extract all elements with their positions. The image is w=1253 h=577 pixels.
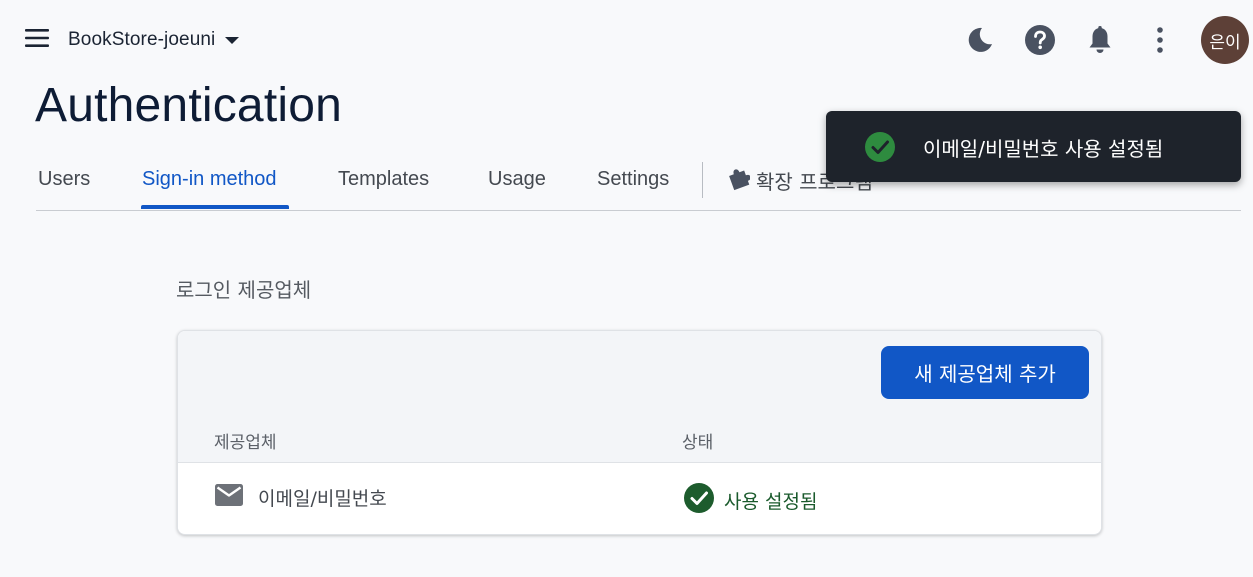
add-provider-button[interactable]: 새 제공업체 추가 (881, 346, 1089, 399)
dark-mode-icon[interactable] (960, 20, 1000, 60)
snackbar-toast: 이메일/비밀번호 사용 설정됨 (826, 111, 1241, 182)
tab-users[interactable]: Users (38, 168, 90, 191)
section-heading: 로그인 제공업체 (176, 278, 312, 302)
menu-icon[interactable] (22, 26, 56, 52)
more-vert-icon[interactable] (1140, 20, 1180, 60)
toast-message: 이메일/비밀번호 사용 설정됨 (923, 137, 1164, 161)
table-row[interactable]: 이메일/비밀번호 사용 설정됨 (178, 463, 1101, 533)
mail-icon (214, 483, 244, 511)
project-switcher[interactable]: BookStore-joeuni (68, 26, 240, 54)
top-app-bar: BookStore-joeuni 은이 (0, 0, 1253, 78)
provider-cell: 이메일/비밀번호 (214, 483, 387, 511)
bell-icon[interactable] (1080, 20, 1120, 60)
chevron-down-icon (225, 36, 240, 44)
active-tab-indicator (141, 205, 289, 209)
providers-card: 새 제공업체 추가 제공업체 상태 이메일/비밀번호 사용 설정됨 (177, 330, 1102, 535)
avatar[interactable]: 은이 (1201, 16, 1249, 64)
page-title: Authentication (35, 79, 343, 132)
tab-usage[interactable]: Usage (488, 168, 546, 191)
tab-settings[interactable]: Settings (597, 168, 669, 191)
status-badge: 사용 설정됨 (724, 490, 818, 513)
check-circle-icon (683, 482, 715, 518)
project-name: BookStore-joeuni (68, 29, 216, 50)
card-toolbar: 새 제공업체 추가 (178, 331, 1101, 416)
puzzle-icon (726, 167, 751, 195)
status-cell: 사용 설정됨 (683, 482, 817, 518)
table-header: 제공업체 상태 (178, 416, 1101, 463)
tab-templates[interactable]: Templates (338, 168, 429, 191)
tab-sign-in-method[interactable]: Sign-in method (142, 168, 277, 191)
provider-name: 이메일/비밀번호 (258, 487, 387, 510)
check-circle-icon (864, 131, 896, 167)
column-header-provider: 제공업체 (214, 433, 277, 453)
column-header-status: 상태 (682, 433, 714, 453)
tab-divider (702, 162, 703, 198)
help-icon[interactable] (1020, 20, 1060, 60)
